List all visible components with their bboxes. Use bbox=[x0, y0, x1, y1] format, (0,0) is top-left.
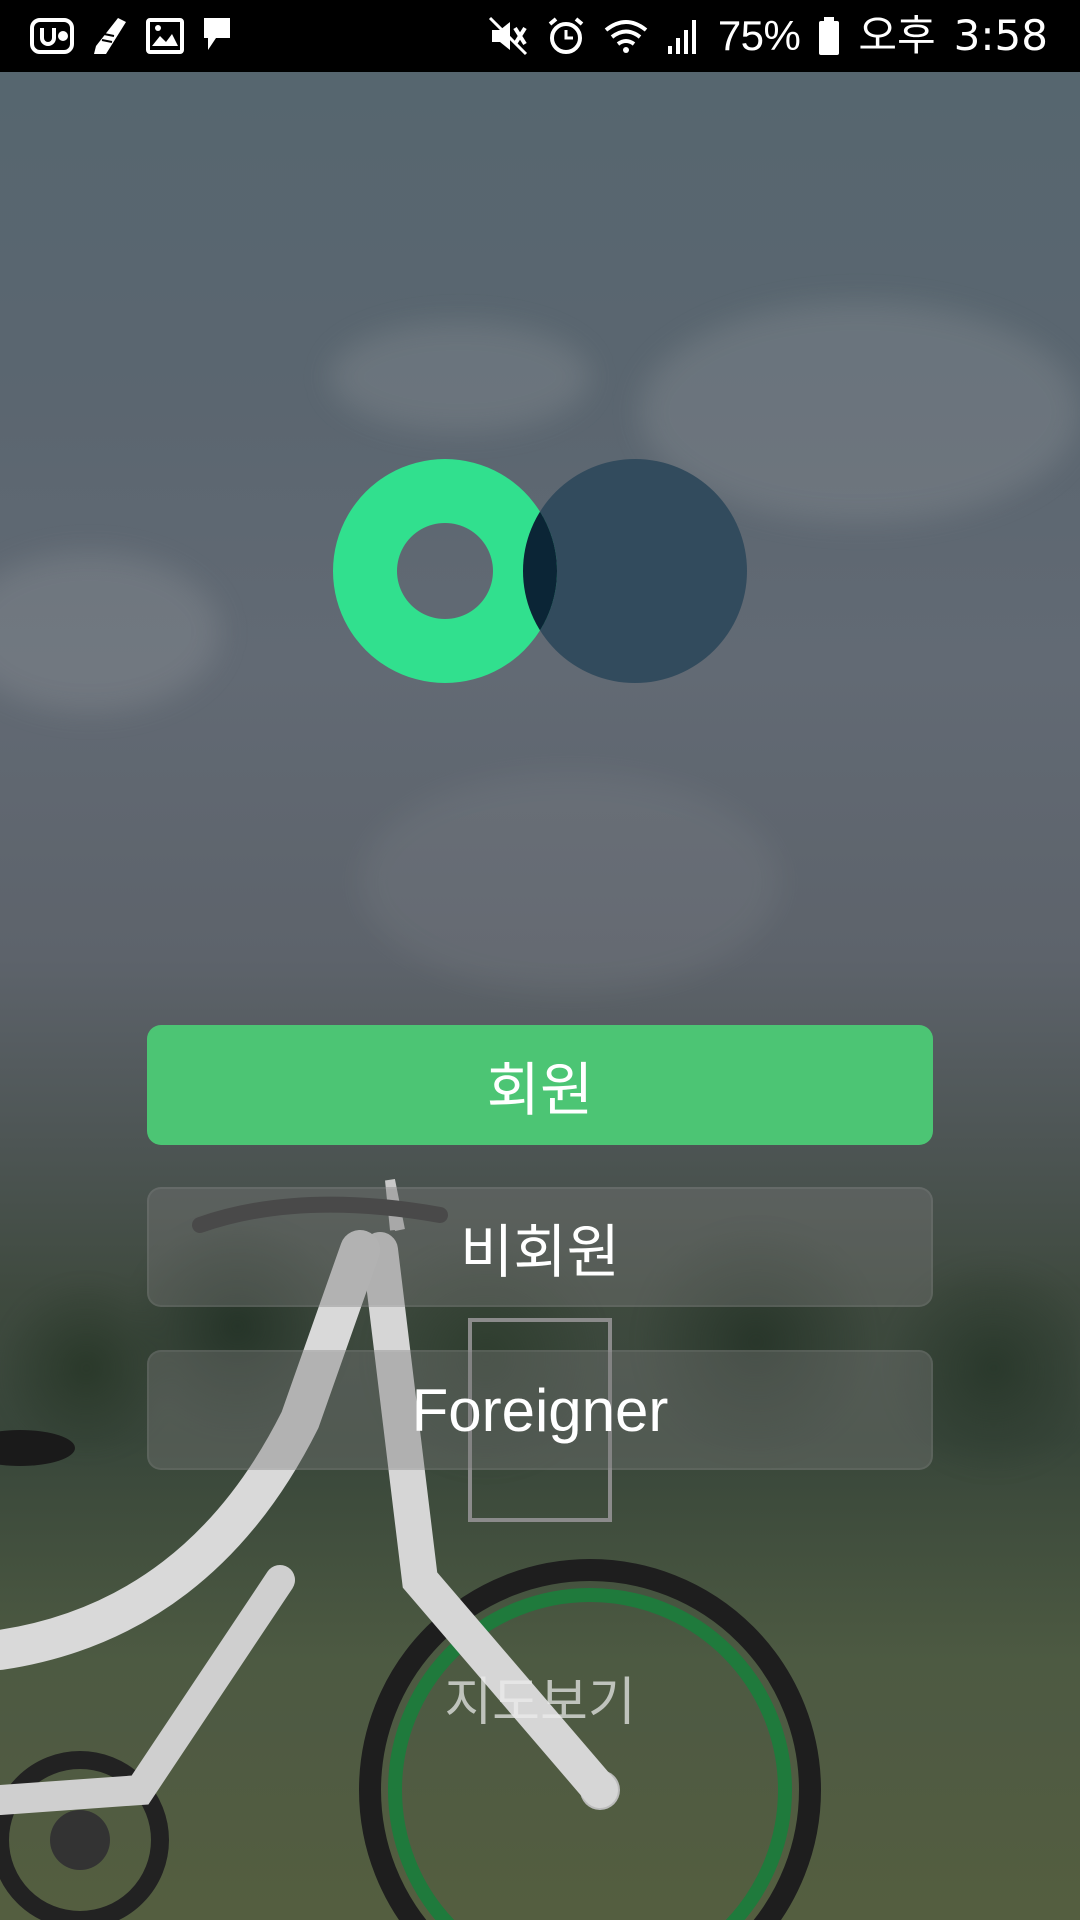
mute-icon bbox=[488, 16, 528, 56]
status-left-icons bbox=[30, 16, 232, 56]
battery-percent: 75% bbox=[717, 12, 801, 59]
alarm-icon bbox=[546, 16, 586, 56]
signal-icon bbox=[666, 16, 700, 56]
wifi-icon bbox=[604, 16, 648, 56]
running-shoe-icon bbox=[92, 16, 128, 56]
logo-two-circles bbox=[333, 459, 747, 683]
status-bar: 75% 오후 3:58 bbox=[0, 0, 1080, 72]
status-time: 3:58 bbox=[953, 11, 1048, 60]
image-icon bbox=[146, 18, 184, 54]
status-ampm: 오후 bbox=[858, 11, 936, 60]
status-right-icons: 75% 오후 3:58 bbox=[488, 15, 1048, 57]
u-plus-icon bbox=[30, 16, 74, 56]
foreigner-button[interactable]: Foreigner bbox=[147, 1350, 933, 1470]
member-button[interactable]: 회원 bbox=[147, 1025, 933, 1145]
bicycle-image bbox=[0, 1179, 821, 1920]
message-icon bbox=[202, 16, 232, 56]
battery-icon bbox=[818, 16, 840, 56]
screen: 75% 오후 3:58 회원 비회원 Foreigner 지도보기 bbox=[0, 0, 1080, 1920]
guest-button[interactable]: 비회원 bbox=[147, 1187, 933, 1307]
view-map-link[interactable]: 지도보기 bbox=[340, 1660, 740, 1735]
